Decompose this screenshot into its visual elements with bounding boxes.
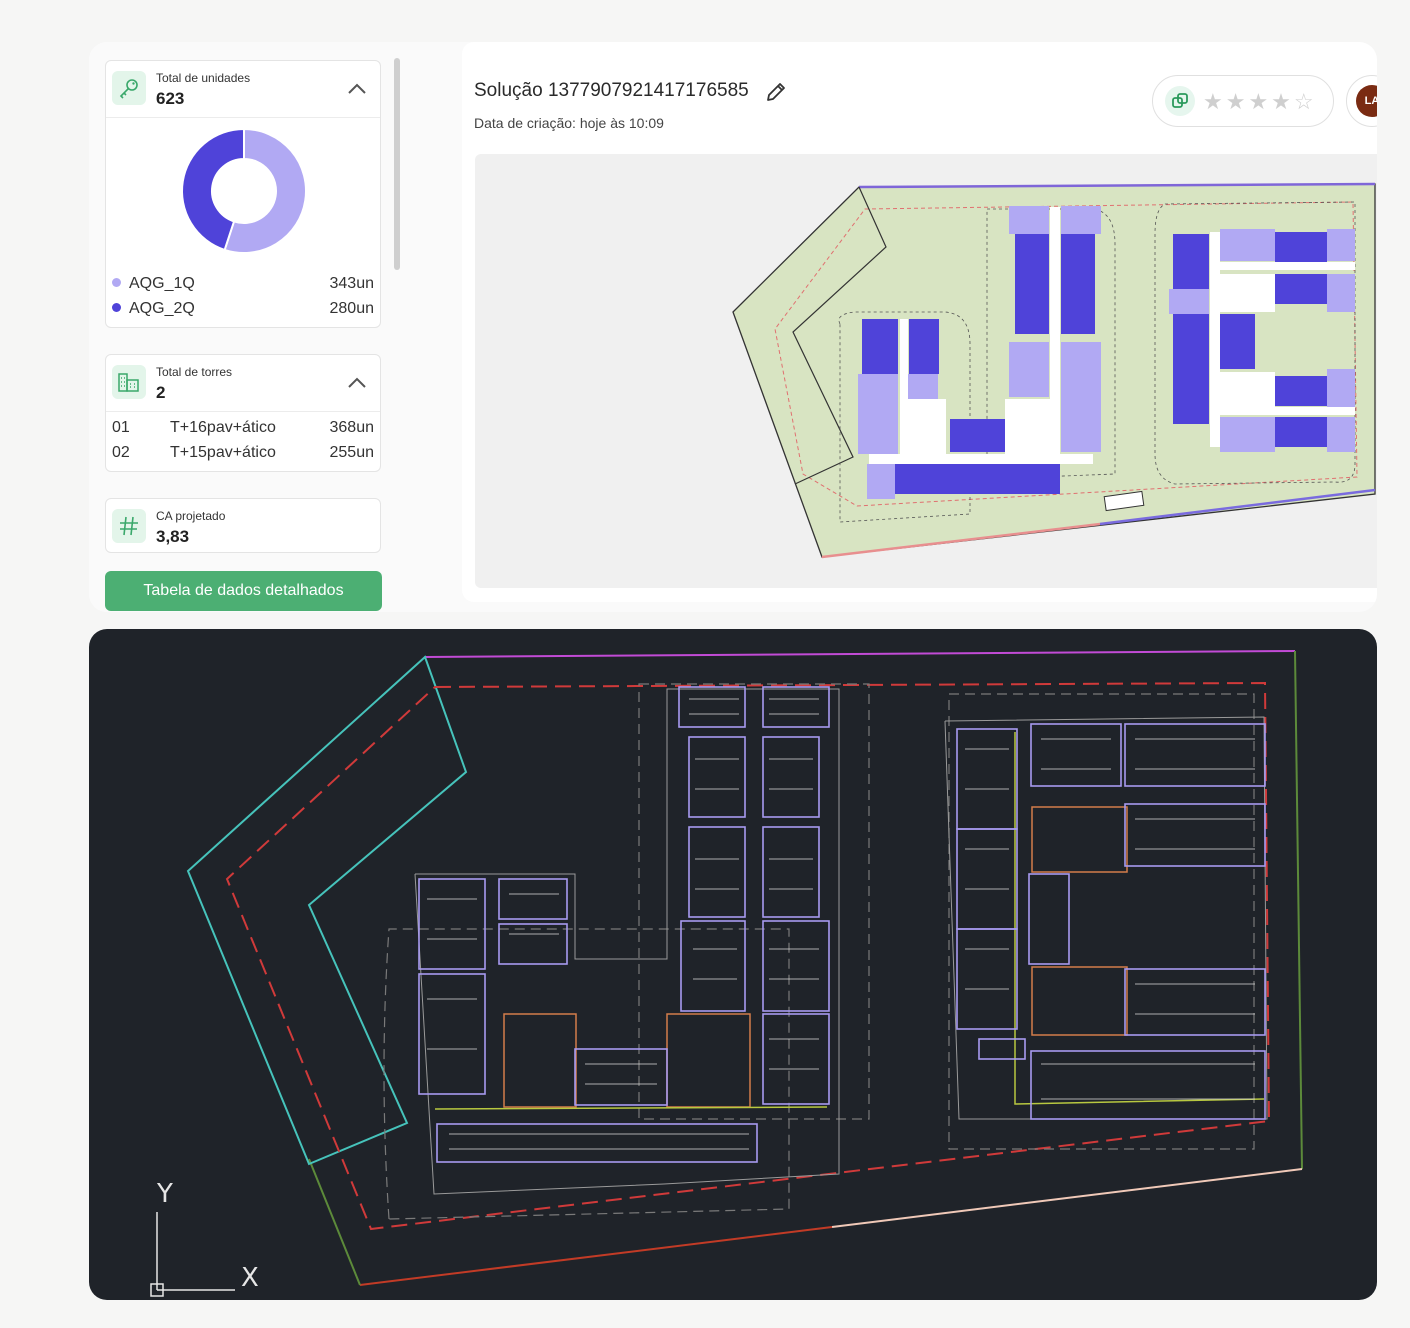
towers-panel: Total de torres 2 01 T+16pav+ático 368un… <box>105 354 381 472</box>
legend-name: AQG_1Q <box>129 275 195 292</box>
units-donut-chart <box>180 127 307 254</box>
legend-value: 280un <box>329 300 375 317</box>
avatar-initials: LA <box>1356 85 1377 117</box>
tower-id: 01 <box>112 419 130 436</box>
units-total: 623 <box>156 89 185 108</box>
units-panel-header[interactable]: Total de unidades 623 <box>106 61 380 118</box>
solution-card: Total de unidades 623 AQG_1Q 343un AQG_2… <box>89 42 1377 612</box>
cad-viewport[interactable]: Y X <box>89 629 1377 1300</box>
summary-sidebar: Total de unidades 623 AQG_1Q 343un AQG_2… <box>89 42 429 612</box>
chevron-up-icon[interactable] <box>346 79 368 99</box>
solution-title: Solução 1377907921417176585 <box>474 80 749 101</box>
tower-desc: T+15pav+ático <box>170 444 276 461</box>
cad-x-axis-label: X <box>241 1263 259 1293</box>
legend-value: 343un <box>329 275 375 292</box>
tower-row: 01 T+16pav+ático 368un <box>112 419 374 441</box>
avatar[interactable]: LA <box>1346 75 1377 127</box>
creation-date: Data de criação: hoje às 10:09 <box>474 115 664 131</box>
towers-panel-header[interactable]: Total de torres 2 <box>106 355 380 412</box>
pencil-edit-icon[interactable] <box>764 80 788 104</box>
ca-panel: CA projetado 3,83 <box>105 498 381 553</box>
tower-units: 368un <box>329 419 375 436</box>
legend-name: AQG_2Q <box>129 300 195 317</box>
legend-item: AQG_2Q 280un <box>112 300 374 322</box>
hash-icon <box>112 509 146 543</box>
towers-label: Total de torres <box>156 365 233 379</box>
ca-label: CA projetado <box>156 509 226 523</box>
tower-units: 255un <box>329 444 375 461</box>
legend-swatch <box>112 278 121 287</box>
ucs-axis-icon <box>150 1212 235 1297</box>
cad-y-axis-label: Y <box>157 1179 173 1209</box>
units-label: Total de unidades <box>156 71 251 85</box>
ca-value: 3,83 <box>156 527 190 546</box>
detailed-data-button[interactable]: Tabela de dados detalhados <box>105 571 382 611</box>
rating-control: ★★★★☆ <box>1152 75 1334 127</box>
star-rating[interactable]: ★★★★☆ <box>1203 89 1317 115</box>
solution-main: Solução 1377907921417176585 Data de cria… <box>462 42 1377 602</box>
tower-desc: T+16pav+ático <box>170 419 276 436</box>
key-icon <box>112 71 146 105</box>
cad-drawing <box>150 650 1303 1297</box>
sidebar-scrollbar[interactable] <box>394 58 400 270</box>
legend-swatch <box>112 303 121 312</box>
tower-id: 02 <box>112 444 130 461</box>
units-panel: Total de unidades 623 AQG_1Q 343un AQG_2… <box>105 60 381 328</box>
tower-row: 02 T+15pav+ático 255un <box>112 444 374 466</box>
buildings-icon <box>112 365 146 399</box>
towers-total: 2 <box>156 383 166 402</box>
chevron-up-icon[interactable] <box>346 373 368 393</box>
site-plan-preview[interactable] <box>475 154 1377 588</box>
legend-item: AQG_1Q 343un <box>112 275 374 297</box>
duplicate-link-icon[interactable] <box>1165 86 1195 116</box>
site-plan-drawing <box>732 182 1376 559</box>
